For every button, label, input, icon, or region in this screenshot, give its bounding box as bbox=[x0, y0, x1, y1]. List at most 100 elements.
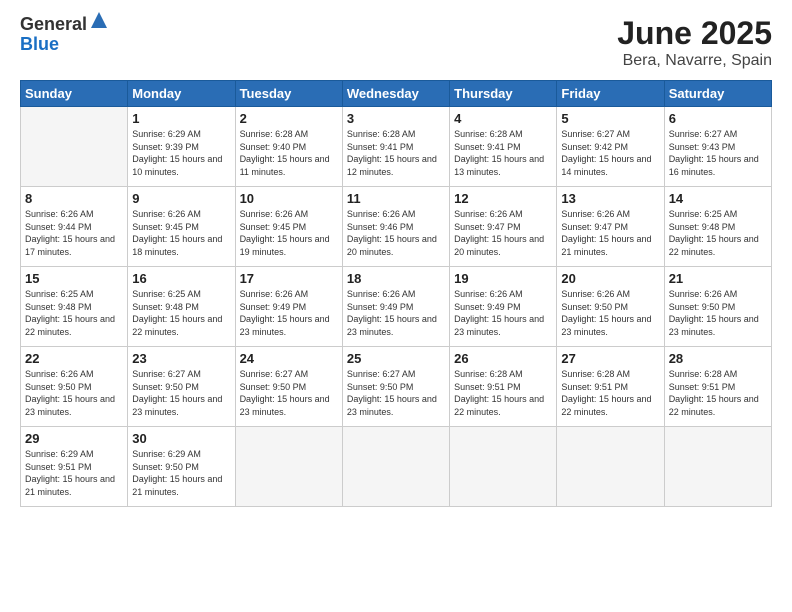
cell-content: Sunrise: 6:27 AM Sunset: 9:50 PM Dayligh… bbox=[240, 368, 338, 418]
col-sunday: Sunday bbox=[21, 81, 128, 107]
table-row bbox=[342, 427, 449, 507]
table-row bbox=[235, 427, 342, 507]
day-number: 29 bbox=[25, 431, 123, 446]
cell-content: Sunrise: 6:26 AM Sunset: 9:50 PM Dayligh… bbox=[669, 288, 767, 338]
cell-content: Sunrise: 6:26 AM Sunset: 9:47 PM Dayligh… bbox=[454, 208, 552, 258]
day-number: 13 bbox=[561, 191, 659, 206]
cell-content: Sunrise: 6:26 AM Sunset: 9:45 PM Dayligh… bbox=[132, 208, 230, 258]
day-number: 20 bbox=[561, 271, 659, 286]
cell-content: Sunrise: 6:27 AM Sunset: 9:50 PM Dayligh… bbox=[132, 368, 230, 418]
cell-content: Sunrise: 6:27 AM Sunset: 9:50 PM Dayligh… bbox=[347, 368, 445, 418]
table-row: 10 Sunrise: 6:26 AM Sunset: 9:45 PM Dayl… bbox=[235, 187, 342, 267]
table-row bbox=[664, 427, 771, 507]
col-friday: Friday bbox=[557, 81, 664, 107]
table-row: 8 Sunrise: 6:26 AM Sunset: 9:44 PM Dayli… bbox=[21, 187, 128, 267]
logo-general-text: General bbox=[20, 14, 87, 34]
table-row bbox=[557, 427, 664, 507]
table-row: 30 Sunrise: 6:29 AM Sunset: 9:50 PM Dayl… bbox=[128, 427, 235, 507]
table-row: 22 Sunrise: 6:26 AM Sunset: 9:50 PM Dayl… bbox=[21, 347, 128, 427]
cell-content: Sunrise: 6:29 AM Sunset: 9:39 PM Dayligh… bbox=[132, 128, 230, 178]
table-row: 6 Sunrise: 6:27 AM Sunset: 9:43 PM Dayli… bbox=[664, 107, 771, 187]
table-row: 12 Sunrise: 6:26 AM Sunset: 9:47 PM Dayl… bbox=[450, 187, 557, 267]
table-row: 16 Sunrise: 6:25 AM Sunset: 9:48 PM Dayl… bbox=[128, 267, 235, 347]
logo: General Blue bbox=[20, 15, 109, 55]
page: General Blue June 2025 Bera, Navarre, Sp… bbox=[0, 0, 792, 612]
calendar-header-row: Sunday Monday Tuesday Wednesday Thursday… bbox=[21, 81, 772, 107]
cell-content: Sunrise: 6:29 AM Sunset: 9:51 PM Dayligh… bbox=[25, 448, 123, 498]
cell-content: Sunrise: 6:27 AM Sunset: 9:42 PM Dayligh… bbox=[561, 128, 659, 178]
cell-content: Sunrise: 6:26 AM Sunset: 9:44 PM Dayligh… bbox=[25, 208, 123, 258]
cell-content: Sunrise: 6:26 AM Sunset: 9:49 PM Dayligh… bbox=[347, 288, 445, 338]
col-thursday: Thursday bbox=[450, 81, 557, 107]
calendar-week-row: 1 Sunrise: 6:29 AM Sunset: 9:39 PM Dayli… bbox=[21, 107, 772, 187]
table-row: 26 Sunrise: 6:28 AM Sunset: 9:51 PM Dayl… bbox=[450, 347, 557, 427]
table-row: 19 Sunrise: 6:26 AM Sunset: 9:49 PM Dayl… bbox=[450, 267, 557, 347]
day-number: 15 bbox=[25, 271, 123, 286]
cell-content: Sunrise: 6:26 AM Sunset: 9:46 PM Dayligh… bbox=[347, 208, 445, 258]
cell-content: Sunrise: 6:25 AM Sunset: 9:48 PM Dayligh… bbox=[132, 288, 230, 338]
logo-blue-text: Blue bbox=[20, 34, 59, 54]
cell-content: Sunrise: 6:28 AM Sunset: 9:51 PM Dayligh… bbox=[454, 368, 552, 418]
calendar-title: June 2025 bbox=[617, 15, 772, 52]
calendar-table: Sunday Monday Tuesday Wednesday Thursday… bbox=[20, 80, 772, 507]
day-number: 27 bbox=[561, 351, 659, 366]
table-row: 21 Sunrise: 6:26 AM Sunset: 9:50 PM Dayl… bbox=[664, 267, 771, 347]
cell-content: Sunrise: 6:29 AM Sunset: 9:50 PM Dayligh… bbox=[132, 448, 230, 498]
day-number: 30 bbox=[132, 431, 230, 446]
table-row: 23 Sunrise: 6:27 AM Sunset: 9:50 PM Dayl… bbox=[128, 347, 235, 427]
logo-icon bbox=[89, 10, 109, 30]
table-row: 25 Sunrise: 6:27 AM Sunset: 9:50 PM Dayl… bbox=[342, 347, 449, 427]
table-row: 11 Sunrise: 6:26 AM Sunset: 9:46 PM Dayl… bbox=[342, 187, 449, 267]
cell-content: Sunrise: 6:26 AM Sunset: 9:50 PM Dayligh… bbox=[25, 368, 123, 418]
day-number: 25 bbox=[347, 351, 445, 366]
cell-content: Sunrise: 6:28 AM Sunset: 9:51 PM Dayligh… bbox=[561, 368, 659, 418]
day-number: 22 bbox=[25, 351, 123, 366]
day-number: 23 bbox=[132, 351, 230, 366]
day-number: 8 bbox=[25, 191, 123, 206]
cell-content: Sunrise: 6:28 AM Sunset: 9:51 PM Dayligh… bbox=[669, 368, 767, 418]
day-number: 4 bbox=[454, 111, 552, 126]
cell-content: Sunrise: 6:26 AM Sunset: 9:45 PM Dayligh… bbox=[240, 208, 338, 258]
header: General Blue June 2025 Bera, Navarre, Sp… bbox=[20, 15, 772, 70]
table-row: 27 Sunrise: 6:28 AM Sunset: 9:51 PM Dayl… bbox=[557, 347, 664, 427]
day-number: 10 bbox=[240, 191, 338, 206]
cell-content: Sunrise: 6:28 AM Sunset: 9:41 PM Dayligh… bbox=[454, 128, 552, 178]
cell-content: Sunrise: 6:27 AM Sunset: 9:43 PM Dayligh… bbox=[669, 128, 767, 178]
table-row: 14 Sunrise: 6:25 AM Sunset: 9:48 PM Dayl… bbox=[664, 187, 771, 267]
table-row: 18 Sunrise: 6:26 AM Sunset: 9:49 PM Dayl… bbox=[342, 267, 449, 347]
day-number: 24 bbox=[240, 351, 338, 366]
table-row bbox=[21, 107, 128, 187]
day-number: 14 bbox=[669, 191, 767, 206]
day-number: 17 bbox=[240, 271, 338, 286]
table-row bbox=[450, 427, 557, 507]
day-number: 9 bbox=[132, 191, 230, 206]
col-monday: Monday bbox=[128, 81, 235, 107]
day-number: 5 bbox=[561, 111, 659, 126]
col-wednesday: Wednesday bbox=[342, 81, 449, 107]
day-number: 6 bbox=[669, 111, 767, 126]
table-row: 15 Sunrise: 6:25 AM Sunset: 9:48 PM Dayl… bbox=[21, 267, 128, 347]
calendar-week-row: 29 Sunrise: 6:29 AM Sunset: 9:51 PM Dayl… bbox=[21, 427, 772, 507]
col-saturday: Saturday bbox=[664, 81, 771, 107]
day-number: 18 bbox=[347, 271, 445, 286]
day-number: 3 bbox=[347, 111, 445, 126]
table-row: 28 Sunrise: 6:28 AM Sunset: 9:51 PM Dayl… bbox=[664, 347, 771, 427]
cell-content: Sunrise: 6:26 AM Sunset: 9:50 PM Dayligh… bbox=[561, 288, 659, 338]
day-number: 2 bbox=[240, 111, 338, 126]
calendar-subtitle: Bera, Navarre, Spain bbox=[617, 52, 772, 70]
day-number: 1 bbox=[132, 111, 230, 126]
cell-content: Sunrise: 6:26 AM Sunset: 9:49 PM Dayligh… bbox=[454, 288, 552, 338]
cell-content: Sunrise: 6:25 AM Sunset: 9:48 PM Dayligh… bbox=[669, 208, 767, 258]
table-row: 17 Sunrise: 6:26 AM Sunset: 9:49 PM Dayl… bbox=[235, 267, 342, 347]
day-number: 16 bbox=[132, 271, 230, 286]
table-row: 2 Sunrise: 6:28 AM Sunset: 9:40 PM Dayli… bbox=[235, 107, 342, 187]
table-row: 24 Sunrise: 6:27 AM Sunset: 9:50 PM Dayl… bbox=[235, 347, 342, 427]
day-number: 12 bbox=[454, 191, 552, 206]
cell-content: Sunrise: 6:28 AM Sunset: 9:41 PM Dayligh… bbox=[347, 128, 445, 178]
table-row: 3 Sunrise: 6:28 AM Sunset: 9:41 PM Dayli… bbox=[342, 107, 449, 187]
title-block: June 2025 Bera, Navarre, Spain bbox=[617, 15, 772, 70]
table-row: 9 Sunrise: 6:26 AM Sunset: 9:45 PM Dayli… bbox=[128, 187, 235, 267]
cell-content: Sunrise: 6:25 AM Sunset: 9:48 PM Dayligh… bbox=[25, 288, 123, 338]
day-number: 21 bbox=[669, 271, 767, 286]
calendar-week-row: 22 Sunrise: 6:26 AM Sunset: 9:50 PM Dayl… bbox=[21, 347, 772, 427]
